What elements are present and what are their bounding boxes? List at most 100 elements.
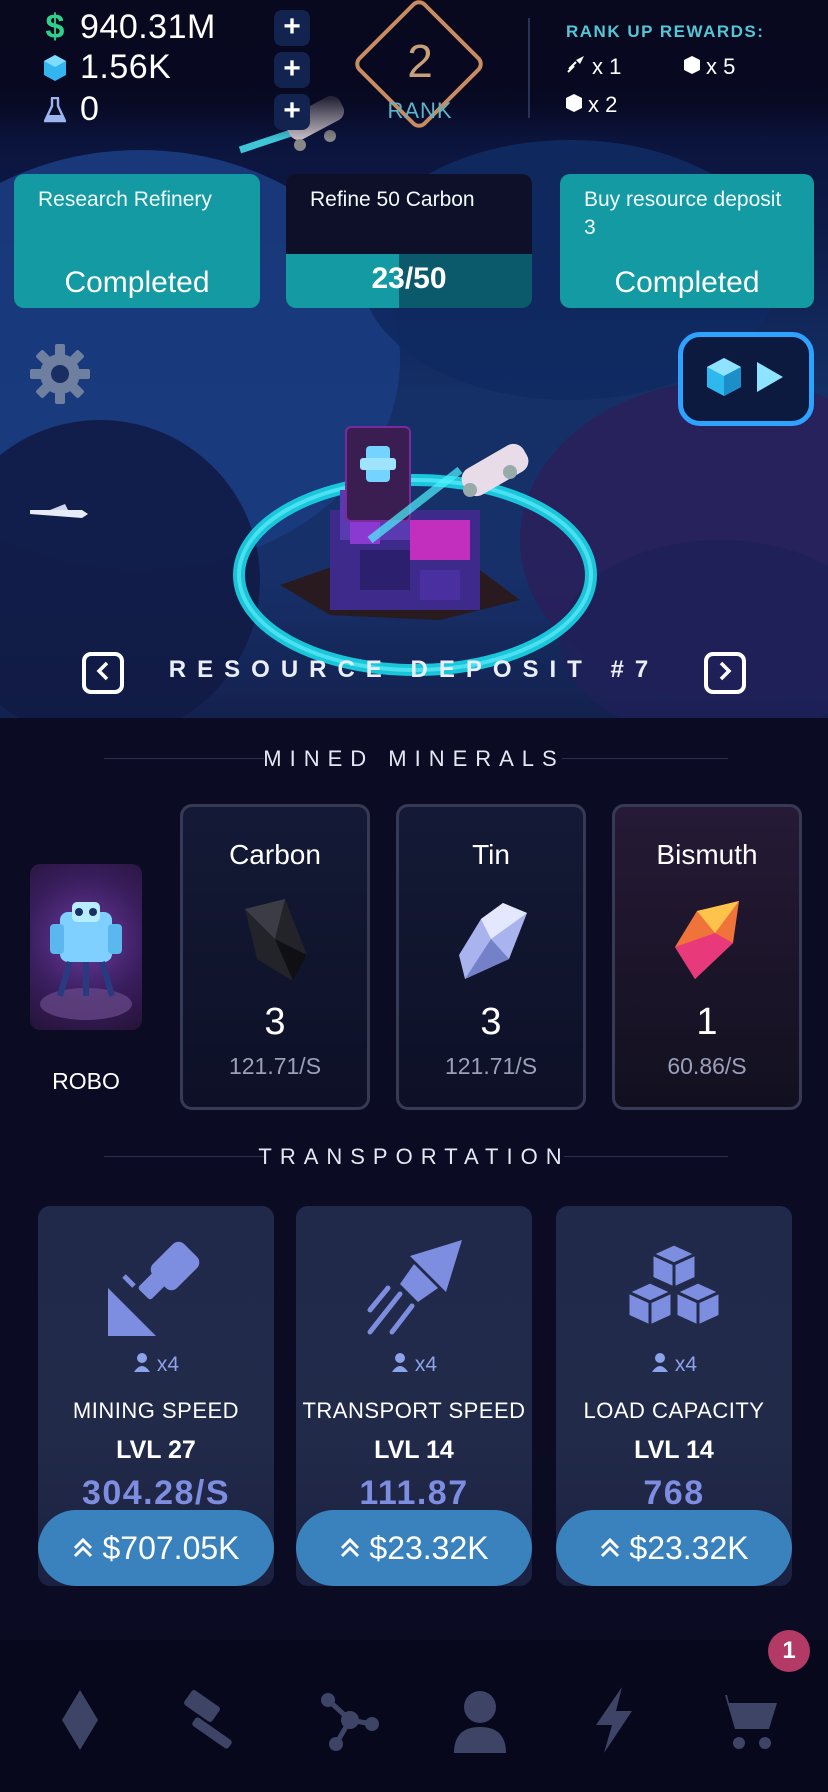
mineral-rate: 121.71/S (444, 1053, 538, 1079)
rocket-icon (362, 1236, 466, 1345)
flask-icon (42, 96, 68, 123)
upgrade-level: LVL 27 (116, 1436, 196, 1464)
rank-number: 2 (407, 35, 433, 87)
robo-card[interactable] (30, 864, 142, 1030)
cart-notification-badge: 1 (768, 1630, 810, 1672)
reward-crystals-2: x 2 (566, 92, 617, 118)
mineral-rate: 121.71/S (228, 1053, 322, 1079)
worker-icon (651, 1352, 669, 1378)
dollar-icon: $ (45, 8, 65, 46)
upgrade-name: LOAD CAPACITY (583, 1398, 765, 1423)
bismuth-gem-icon (667, 899, 747, 988)
nav-gem-icon[interactable] (40, 1680, 120, 1760)
settings-gear-icon[interactable] (28, 342, 92, 411)
upgrade-card-load-capacity: x4 LOAD CAPACITY LVL 14 768 $23.32K (556, 1206, 792, 1586)
mineral-count: 3 (264, 1001, 286, 1043)
crystal-resource: 1.56K (42, 48, 171, 87)
worker-icon (133, 1352, 151, 1378)
crystal-value: 1.56K (80, 48, 172, 86)
divider-line (564, 1156, 728, 1157)
reward-speed: x 1 (566, 54, 621, 80)
transportation-title: TRANSPORTATION (258, 1144, 570, 1169)
tin-gem-icon (451, 899, 531, 988)
upgrade-level: LVL 14 (374, 1436, 454, 1464)
chevron-left-icon (95, 661, 111, 686)
upgrade-level: LVL 14 (634, 1436, 714, 1464)
quest-title: Research Refinery (38, 188, 212, 211)
worker-multiplier: x4 (296, 1352, 532, 1378)
nav-user-icon[interactable] (440, 1680, 520, 1760)
boost-button[interactable] (678, 332, 814, 426)
cash-resource: $ 940.31M (42, 8, 216, 47)
mined-minerals-title: MINED MINERALS (263, 746, 565, 771)
add-cash-button[interactable]: + (274, 10, 310, 46)
nav-network-icon[interactable] (310, 1680, 390, 1760)
upgrade-load-capacity-button[interactable]: $23.32K (556, 1510, 792, 1586)
double-chevron-up-icon (72, 1530, 94, 1567)
rank-up-rewards-title: RANK UP REWARDS: (566, 22, 765, 41)
header-divider (528, 18, 530, 118)
double-chevron-up-icon (599, 1530, 621, 1567)
worker-multiplier: x4 (556, 1352, 792, 1378)
rocket-icon (566, 54, 586, 80)
upgrade-value: 304.28/S (81, 1474, 231, 1512)
reward-crystals: x 5 (684, 54, 735, 80)
nav-hammer-icon[interactable] (174, 1680, 254, 1760)
crystal-icon (684, 54, 700, 80)
quest-card-refine-carbon[interactable]: Refine 50 Carbon 23/50 (286, 174, 532, 308)
upgrade-value: 768 (643, 1474, 705, 1512)
crystal-icon (566, 92, 582, 118)
worker-multiplier: x4 (38, 1352, 274, 1378)
quest-card-buy-deposit[interactable]: Buy resource deposit 3 Completed (560, 174, 814, 308)
research-resource: 0 (42, 90, 99, 129)
divider-line (562, 758, 728, 759)
nav-bolt-icon[interactable] (574, 1680, 654, 1760)
worker-icon (391, 1352, 409, 1378)
robot-icon (40, 902, 132, 1020)
upgrade-name: MINING SPEED (72, 1398, 240, 1423)
add-research-button[interactable]: + (274, 94, 310, 130)
upgrade-mining-speed-button[interactable]: $707.05K (38, 1510, 274, 1586)
deposit-graphic[interactable] (220, 410, 610, 690)
bottom-nav-bar (0, 1640, 828, 1792)
upgrade-value: 111.87 (359, 1474, 469, 1512)
quest-card-research-refinery[interactable]: Research Refinery Completed (14, 174, 260, 308)
ship-icon (30, 504, 88, 518)
mineral-card-bismuth[interactable]: Bismuth 1 60.86/S (612, 804, 802, 1110)
mineral-count: 3 (480, 1001, 502, 1043)
deposit-label: RESOURCE DEPOSIT #7 (168, 656, 660, 683)
quest-status: Completed (64, 266, 210, 299)
double-chevron-up-icon (339, 1530, 361, 1567)
quest-progress-bar: 23/50 (286, 254, 532, 308)
mineral-rate: 60.86/S (667, 1053, 747, 1079)
upgrade-card-transport-speed: x4 TRANSPORT SPEED LVL 14 111.87 $23.32K (296, 1206, 532, 1586)
cash-value: 940.31M (80, 8, 216, 46)
mineral-count: 1 (696, 1001, 718, 1043)
drill-icon (104, 1236, 208, 1345)
mineral-name: Carbon (229, 839, 321, 870)
crystal-icon (707, 357, 741, 401)
nav-cart-icon[interactable] (706, 1680, 786, 1760)
previous-deposit-button[interactable] (82, 652, 124, 694)
upgrade-name: TRANSPORT SPEED (302, 1398, 526, 1423)
mineral-card-tin[interactable]: Tin 3 121.71/S (396, 804, 586, 1110)
play-icon (755, 360, 785, 399)
add-crystals-button[interactable]: + (274, 52, 310, 88)
mineral-name: Tin (472, 839, 510, 870)
upgrade-card-mining-speed: x4 MINING SPEED LVL 27 304.28/S $707.05K (38, 1206, 274, 1586)
quest-status: Completed (614, 266, 760, 299)
research-value: 0 (80, 90, 100, 128)
cubes-icon (622, 1236, 726, 1345)
carbon-gem-icon (235, 899, 315, 988)
mineral-card-carbon[interactable]: Carbon 3 121.71/S (180, 804, 370, 1110)
quest-progress-text: 23/50 (371, 262, 447, 295)
chevron-right-icon (717, 661, 733, 686)
quest-title: Buy resource deposit 3 (584, 188, 782, 239)
rank-label: RANK (387, 98, 453, 123)
mineral-name: Bismuth (656, 839, 758, 870)
quest-title: Refine 50 Carbon (310, 188, 475, 211)
next-deposit-button[interactable] (704, 652, 746, 694)
crystal-icon (42, 54, 68, 81)
robo-label: ROBO (52, 1068, 120, 1094)
upgrade-transport-speed-button[interactable]: $23.32K (296, 1510, 532, 1586)
